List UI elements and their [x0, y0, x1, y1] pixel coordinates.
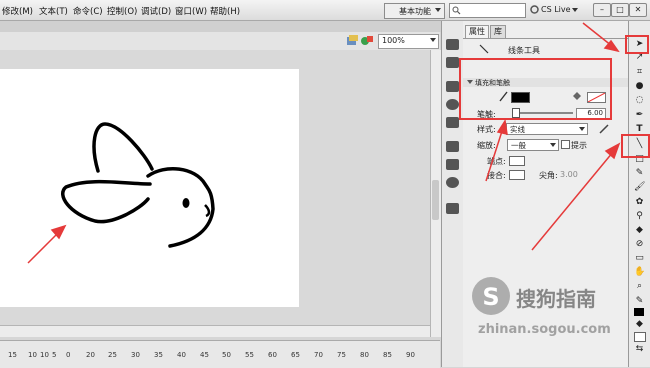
annotation-arrow — [582, 22, 613, 47]
arrow-head-icon — [604, 142, 621, 160]
watermark-brand: 搜狗指南 — [516, 287, 596, 311]
arrow-head-icon — [496, 118, 508, 135]
annotation-arrow — [485, 127, 504, 182]
watermark-url: zhinan.sogou.com — [478, 322, 611, 337]
sogou-logo: S — [472, 277, 510, 315]
annotation-arrow — [531, 151, 614, 251]
svg-text:S: S — [482, 283, 499, 311]
annotation-arrow — [27, 230, 61, 264]
